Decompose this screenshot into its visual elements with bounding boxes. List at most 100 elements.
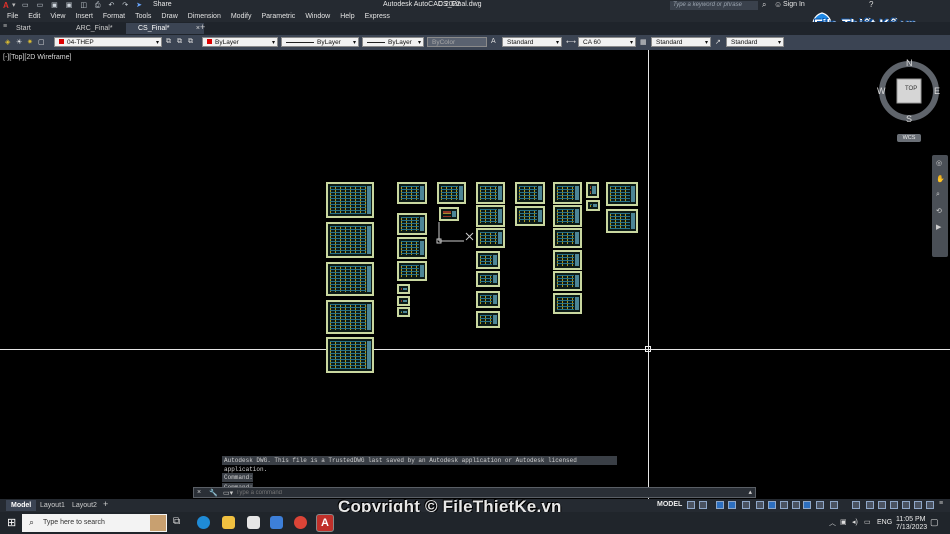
layout-tab-model[interactable]: Model [6,500,37,511]
layout-tab-layout1[interactable]: Layout1 [35,500,70,511]
drawing-sheet[interactable] [476,291,500,308]
file-explorer-icon[interactable] [222,516,235,529]
showmotion-icon[interactable]: ▶ [936,223,941,231]
units-icon[interactable] [878,501,886,509]
drawing-sheet[interactable] [476,271,500,287]
web-icon[interactable]: ◫ [80,1,87,9]
menu-item-format[interactable]: Format [103,11,125,22]
drawing-sheet[interactable] [326,222,374,258]
isodraft-icon[interactable] [742,501,750,509]
object-snap-tracking-icon[interactable] [756,501,764,509]
redo-icon[interactable]: ↷ [122,1,128,9]
layer-dropdown[interactable]: 04-THEP ▾ [54,37,162,47]
save-icon[interactable]: ▣ [51,1,58,9]
object-snap-icon[interactable] [768,501,776,509]
customize-wrench-icon[interactable]: 🔧 [209,489,218,497]
zoom-icon[interactable]: ⌕ [936,191,940,199]
drawing-sheet[interactable] [397,261,427,281]
sign-in-link[interactable]: Sign In [783,1,805,8]
network-icon[interactable]: ▣ [840,518,847,526]
drawing-sheet[interactable] [326,300,374,334]
make-current-layer-icon[interactable]: ⧉ [166,38,171,46]
menu-item-tools[interactable]: Tools [135,11,151,22]
compass-north[interactable]: N [906,58,913,68]
drawing-sheet[interactable] [397,182,427,204]
drawing-sheet[interactable] [586,200,600,211]
chevron-up-icon[interactable]: ▴ [748,488,752,496]
menu-item-help[interactable]: Help [340,11,354,22]
color-dropdown[interactable]: ByLayer ▾ [202,37,278,47]
graphics-performance-icon[interactable] [902,501,910,509]
app-menu-chevron-icon[interactable]: ▾ [12,1,16,9]
lineweight-icon[interactable] [780,501,788,509]
drawing-sheet[interactable] [397,307,410,317]
text-style-icon[interactable]: A [491,38,496,45]
layer-previous-icon[interactable]: ⧉ [188,38,193,46]
new-file-icon[interactable]: ▭ [22,1,29,9]
save-as-icon[interactable]: ▣ [66,1,73,9]
recent-commands-icon[interactable]: ▭▾ [223,489,233,497]
edge-browser-icon[interactable] [197,516,210,529]
layer-freeze-icon[interactable]: ✷ [27,38,33,46]
isolate-objects-icon[interactable] [914,501,922,509]
dimension-style-icon[interactable]: ⟷ [566,38,576,46]
drawing-sheet[interactable] [515,182,545,204]
text-style-dropdown[interactable]: Standard ▾ [502,37,562,47]
menu-item-view[interactable]: View [50,11,65,22]
drawing-sheet[interactable] [397,284,410,294]
drawing-sheet[interactable] [476,182,505,204]
drawing-sheet[interactable] [553,182,582,204]
compass-west[interactable]: W [877,86,886,96]
multileader-style-dropdown[interactable]: Standard ▾ [726,37,784,47]
new-tab-plus-icon[interactable]: + [200,22,205,32]
drawing-sheet[interactable] [606,209,638,233]
autocad-taskbar-icon[interactable]: A [316,514,334,532]
menu-item-parametric[interactable]: Parametric [261,11,295,22]
drawing-sheet[interactable] [515,206,545,226]
layer-properties-icon[interactable]: ◈ [5,38,10,46]
drawing-sheet[interactable] [476,311,500,328]
share-button[interactable]: Share [153,1,172,8]
layout-tab-layout2[interactable]: Layout2 [67,500,102,511]
tab-cs-final[interactable]: CS_Final* × [126,23,204,34]
pan-icon[interactable]: ✋ [936,175,945,183]
table-style-icon[interactable]: ▦ [640,38,647,46]
drawing-sheet[interactable] [397,213,427,235]
undo-icon[interactable]: ↶ [108,1,114,9]
annotation-scale-icon[interactable] [830,501,838,509]
orbit-icon[interactable]: ⟲ [936,207,942,215]
drawing-canvas[interactable] [0,50,950,499]
auto-scale-icon[interactable] [816,501,824,509]
drawing-sheet[interactable] [586,182,599,198]
polar-tracking-icon[interactable] [728,501,736,509]
drawing-sheet[interactable] [397,296,410,306]
wcs-menu[interactable]: WCS [897,134,921,142]
menu-item-window[interactable]: Window [305,11,330,22]
drawing-sheet[interactable] [476,228,505,248]
compass-east[interactable]: E [934,86,940,96]
volume-icon[interactable]: ◂) [852,518,858,526]
user-icon[interactable]: ☺ [774,0,782,9]
drawing-sheet[interactable] [476,205,505,227]
open-folder-icon[interactable]: ▭ [37,1,44,9]
customization-menu-icon[interactable]: ≡ [939,500,943,507]
steering-wheel-icon[interactable]: ◎ [936,159,942,167]
battery-icon[interactable]: ▭ [864,518,871,526]
plot-style-dropdown[interactable]: ByColor [427,37,487,47]
close-icon[interactable]: × [197,489,201,496]
transparency-icon[interactable] [792,501,800,509]
clock-date[interactable]: 7/13/2023 [896,524,927,531]
clock-time[interactable]: 11:05 PM [896,516,925,523]
linetype-dropdown[interactable]: ByLayer ▾ [281,37,359,47]
task-view-icon[interactable]: ⧉ [173,516,180,527]
chrome-browser-icon[interactable] [294,516,307,529]
menu-item-file[interactable]: File [7,11,18,22]
viewcube[interactable]: TOP N S E W WCS [876,56,942,146]
app-icon[interactable] [270,516,283,529]
navigation-bar[interactable]: ◎ ✋ ⌕ ⟲ ▶ [932,155,948,257]
lineweight-dropdown[interactable]: ByLayer ▾ [362,37,424,47]
quick-properties-icon[interactable] [890,501,898,509]
table-style-dropdown[interactable]: Standard ▾ [651,37,711,47]
notification-icon[interactable]: ▢ [930,517,939,528]
layer-lock-icon[interactable]: ▢ [38,38,45,46]
